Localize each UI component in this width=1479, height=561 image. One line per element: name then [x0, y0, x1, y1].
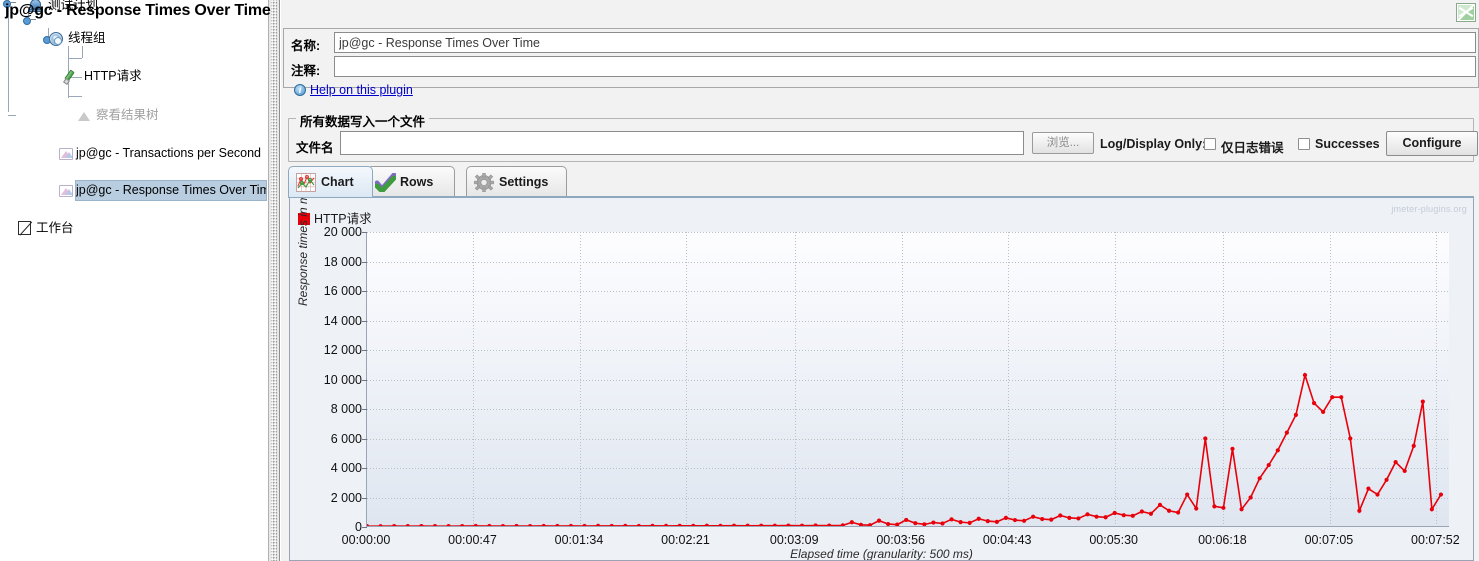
chart-icon	[296, 173, 316, 192]
name-label: 名称:	[291, 39, 321, 53]
view-results-tree-icon	[76, 108, 92, 124]
filename-label: 文件名	[296, 141, 334, 155]
tree-item-http-request[interactable]: HTTP请求	[0, 67, 268, 86]
tab-settings[interactable]: Settings	[466, 166, 567, 197]
checkmark-icon	[375, 173, 396, 192]
tabstrip: Chart Rows Settings	[288, 166, 1474, 197]
x-axis-tick-label: 00:07:05	[1304, 533, 1354, 547]
browse-button[interactable]: 浏览...	[1032, 132, 1094, 154]
x-axis-tick-label: 00:04:43	[982, 533, 1032, 547]
y-axis-tick	[362, 320, 367, 322]
y-axis-tick	[362, 527, 367, 528]
tree-item-response-times-over-time[interactable]: jp@gc - Response Times Over Time	[0, 181, 268, 200]
tab-rows[interactable]: Rows	[367, 166, 455, 197]
thread-group-icon	[48, 31, 64, 47]
tree-line	[68, 96, 82, 97]
help-on-this-plugin-link[interactable]: Help on this plugin	[310, 83, 413, 97]
tab-label: Settings	[499, 175, 549, 189]
x-axis-tick-label: 00:03:09	[769, 533, 819, 547]
x-axis-tick-label: 00:03:56	[876, 533, 926, 547]
y-axis-tick	[362, 379, 367, 381]
test-plan-tree[interactable]: 测试计划 线程组 HTTP请求 察看结果树 jp@gc - Transactio…	[0, 0, 268, 561]
tree-item-label: 线程组	[68, 31, 106, 45]
tree-line	[68, 58, 82, 59]
listener-chart-icon	[58, 146, 74, 162]
successes-label[interactable]: Successes	[1315, 137, 1380, 151]
workbench-icon	[16, 220, 32, 236]
x-axis-ticks: 00:00:00 00:00:47 00:01:34 00:02:21 00:03:09…	[290, 198, 1473, 560]
tree-item-label: jp@gc - Response Times Over Time	[76, 181, 266, 200]
page-title: jp@gc - Response Times Over Time	[5, 2, 271, 19]
x-axis-tick-label: 00:00:00	[341, 533, 391, 547]
tab-label: Chart	[321, 175, 354, 189]
response-times-chart[interactable]: HTTP请求 jmeter-plugins.org Response times…	[289, 198, 1474, 561]
maximize-icon[interactable]	[1456, 3, 1476, 22]
y-axis-tick	[362, 409, 367, 410]
tree-item-transactions-per-second[interactable]: jp@gc - Transactions per Second	[0, 144, 268, 163]
splitter-grip	[271, 0, 277, 561]
write-all-data-group-title: 所有数据写入一个文件	[296, 111, 430, 130]
tree-item-label: 察看结果树	[96, 108, 159, 122]
comment-label: 注释:	[291, 64, 321, 78]
tree-item-label: HTTP请求	[84, 69, 142, 83]
info-icon: i	[294, 84, 306, 96]
y-axis-tick	[362, 438, 367, 440]
x-axis-tick-label: 00:00:47	[448, 533, 497, 547]
x-axis-tick-label: 00:06:18	[1198, 533, 1247, 547]
x-axis-tick-label: 00:01:34	[554, 533, 604, 547]
x-axis-tick-label: 00:02:21	[661, 533, 710, 547]
tree-item-thread-group[interactable]: 线程组	[0, 29, 268, 48]
y-axis-tick	[362, 232, 367, 233]
y-axis-tick	[362, 497, 367, 499]
x-axis-tick-label: 00:05:30	[1089, 533, 1139, 547]
x-axis-tick-label: 00:07:52	[1411, 533, 1460, 547]
tab-label: Rows	[400, 175, 434, 189]
filename-input[interactable]	[340, 131, 1024, 155]
tree-item-workbench[interactable]: 工作台	[0, 219, 268, 238]
y-axis-tick	[362, 261, 367, 263]
gear-icon	[474, 173, 494, 192]
log-display-only-label: Log/Display Only:	[1100, 137, 1207, 151]
configure-button[interactable]: Configure	[1386, 131, 1478, 156]
http-request-icon	[63, 69, 80, 85]
errors-only-label[interactable]: 仅日志错误	[1221, 137, 1284, 156]
tree-item-view-results-tree[interactable]: 察看结果树	[0, 106, 268, 125]
y-axis-tick	[362, 291, 367, 292]
panel-splitter[interactable]	[268, 0, 280, 561]
successes-checkbox[interactable]	[1298, 138, 1310, 150]
y-axis-tick	[362, 350, 367, 351]
tree-item-label: 工作台	[36, 221, 74, 235]
y-axis-tick	[362, 468, 367, 469]
jmeter-window: 测试计划 线程组 HTTP请求 察看结果树 jp@gc - Transactio…	[0, 0, 1479, 561]
tree-item-label: jp@gc - Transactions per Second	[76, 146, 262, 160]
comment-input[interactable]	[334, 56, 1476, 77]
tab-chart[interactable]: Chart	[288, 166, 373, 197]
errors-only-checkbox[interactable]	[1204, 138, 1216, 150]
name-input[interactable]	[334, 32, 1476, 53]
listener-chart-icon	[58, 183, 74, 199]
